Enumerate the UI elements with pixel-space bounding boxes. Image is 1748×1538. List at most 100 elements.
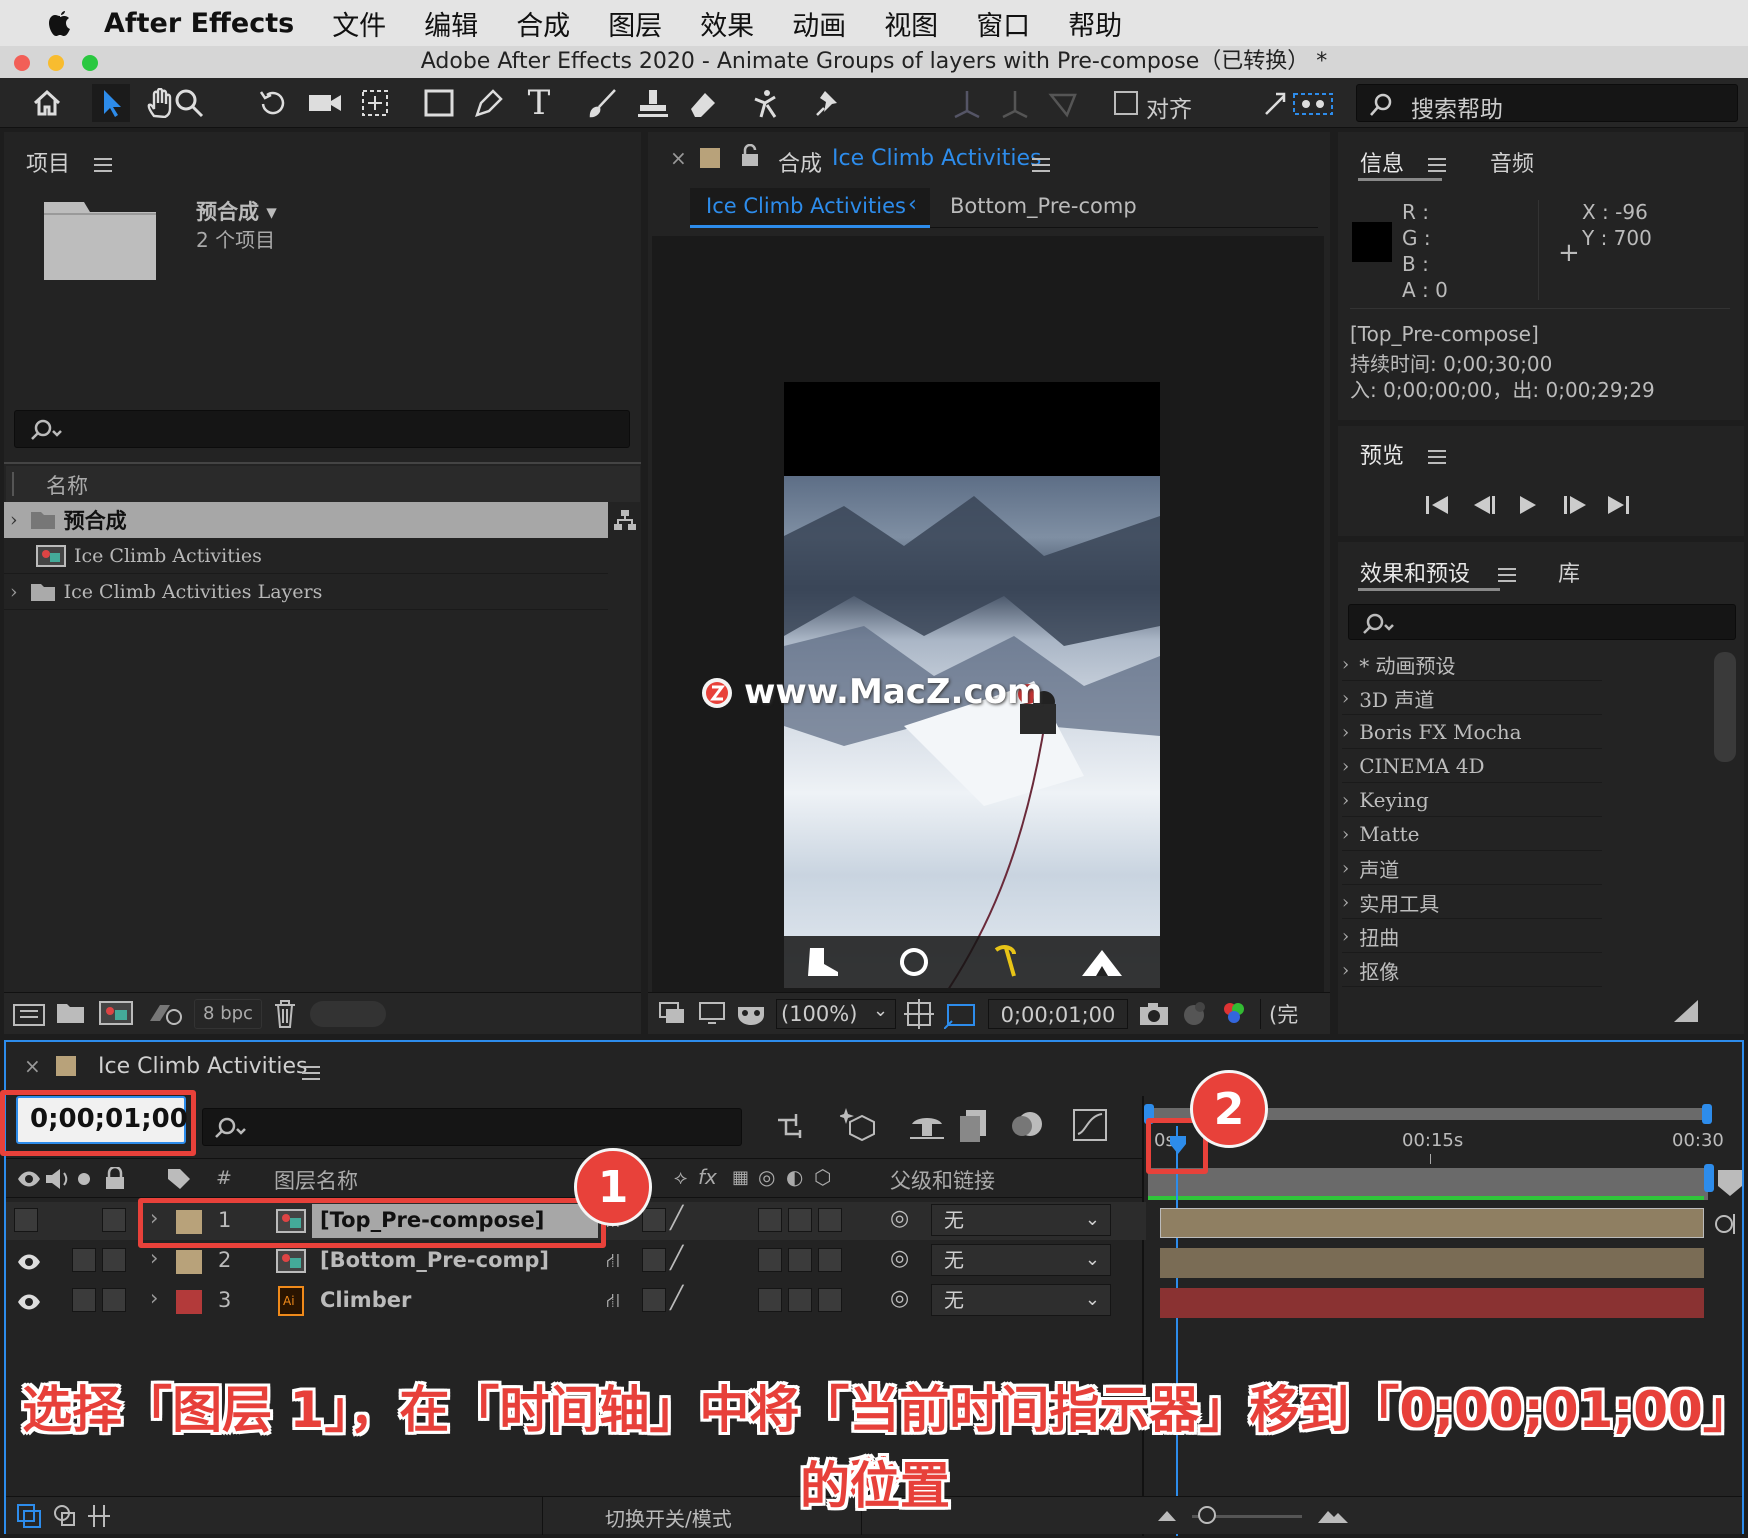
pen-tool-icon[interactable] [470,84,508,122]
frame-blending-icon[interactable] [958,1108,992,1142]
pickwhip-spiral-icon[interactable]: ◎ [890,1206,909,1231]
effects-scrollbar[interactable] [1714,652,1736,762]
frame-blend-switch[interactable] [758,1248,782,1272]
close-tab-icon[interactable]: × [24,1054,41,1078]
bit-depth-button[interactable]: 8 bpc [194,999,262,1029]
lock-toggle[interactable] [102,1288,126,1312]
pickwhip-spiral-icon[interactable]: ◎ [890,1246,909,1271]
tab-audio[interactable]: 音频 [1490,146,1534,178]
number-column-header[interactable]: # [216,1167,232,1189]
lock-toggle[interactable] [102,1208,126,1232]
world-axis-mode-icon[interactable] [996,84,1034,122]
pan-behind-tool-icon[interactable] [356,84,394,122]
expand-chevron-icon[interactable]: › [10,509,18,531]
breadcrumb-next[interactable]: Bottom_Pre-comp [950,194,1137,218]
comp-tab-name[interactable]: Ice Climb Activities [832,146,1041,171]
eraser-tool-icon[interactable] [684,84,722,122]
layer-label-color[interactable] [176,1250,202,1274]
rectangle-tool-icon[interactable] [420,84,458,122]
align-checkbox[interactable] [1114,91,1138,115]
motion-blur-header-icon[interactable]: ◎ [758,1165,775,1189]
collapse-transform-icon[interactable]: ⛙ [606,1288,620,1315]
lock-toggle[interactable] [102,1248,126,1272]
work-area-end-handle[interactable] [1702,1104,1712,1124]
minimize-window-button[interactable] [48,55,64,71]
expand-chevron-icon[interactable]: › [150,1246,158,1270]
layer-label-color[interactable] [176,1290,202,1314]
3d-layer-header-icon[interactable]: ⬡ [814,1165,831,1189]
layer-name-text[interactable]: Climber [320,1288,411,1312]
search-help-input[interactable]: 搜索帮助 [1356,84,1738,123]
effects-item[interactable]: › Boris FX Mocha [1342,716,1602,749]
panel-menu-icon[interactable] [302,1065,320,1080]
layer-row-3[interactable]: › 3 Ai Climber ⛙ ╱ ◎ 无 ⌄ [6,1282,1146,1320]
layer-name-column-header[interactable]: 图层名称 [274,1165,358,1195]
menu-help[interactable]: 帮助 [1068,4,1122,43]
monitor-icon[interactable] [698,1001,726,1027]
current-time-display[interactable]: 0;00;01;00 [988,999,1128,1029]
project-item-layers-folder[interactable]: › Ice Climb Activities Layers [4,574,608,610]
effects-item[interactable]: › 抠像 [1342,954,1602,987]
quality-switch[interactable] [642,1288,666,1312]
effects-item[interactable]: › * 动画预设 [1342,648,1602,681]
menu-file[interactable]: 文件 [332,4,386,43]
frame-blend-switch[interactable] [758,1288,782,1312]
type-tool-icon[interactable]: T [520,83,558,123]
eye-icon[interactable] [16,1292,42,1312]
solo-icon[interactable] [78,1173,90,1185]
new-folder-icon[interactable] [56,1001,86,1025]
quality-slash-icon[interactable]: ╱ [670,1246,683,1271]
panel-menu-icon[interactable] [1428,157,1446,172]
panel-menu-icon[interactable] [1032,157,1050,172]
panel-menu-icon[interactable] [1428,449,1446,464]
view-axis-mode-icon[interactable] [1044,84,1082,122]
draft-3d-icon[interactable] [840,1106,880,1144]
3d-switch[interactable] [818,1208,842,1232]
resolution-dropdown[interactable]: (完 [1260,999,1298,1029]
interpret-footage-icon[interactable] [12,1001,46,1027]
audio-speaker-icon[interactable] [44,1167,70,1191]
eye-icon[interactable] [16,1252,42,1272]
composition-mini-flowchart-icon[interactable] [776,1112,812,1142]
layer-bar-1[interactable] [1160,1208,1704,1238]
timeline-tab-name[interactable]: Ice Climb Activities [98,1054,307,1079]
effects-item[interactable]: › Matte [1342,818,1602,851]
close-tab-icon[interactable]: × [670,146,687,170]
tab-info[interactable]: 信息 [1360,146,1404,178]
lock-icon[interactable] [740,144,760,168]
solo-toggle[interactable] [72,1248,96,1272]
effects-item[interactable]: › 扭曲 [1342,920,1602,953]
tab-library[interactable]: 库 [1558,556,1580,588]
always-preview-icon[interactable] [658,1001,686,1027]
menu-edit[interactable]: 编辑 [424,4,478,43]
motion-blur-switch[interactable] [788,1288,812,1312]
menu-effect[interactable]: 效果 [700,4,754,43]
thumbnail-slider[interactable] [310,1001,386,1027]
project-item-precomp-folder[interactable]: › 预合成 [4,502,608,538]
lock-icon[interactable] [104,1167,126,1191]
brush-tool-icon[interactable] [584,84,622,122]
new-preset-icon[interactable] [1672,998,1700,1024]
fx-switch-header-icon[interactable]: fx [698,1165,717,1189]
pickwhip-spiral-icon[interactable]: ◎ [890,1286,909,1311]
new-composition-icon[interactable] [98,999,134,1027]
adjustment-layer-header-icon[interactable]: ◐ [786,1165,803,1189]
flowchart-icon[interactable] [612,508,638,532]
parent-link-column-header[interactable]: 父级和链接 [890,1165,995,1195]
workspace-icon[interactable] [1262,84,1338,122]
effects-item[interactable]: › 3D 声道 [1342,682,1602,715]
label-tag-icon[interactable] [166,1167,192,1191]
app-name-menu[interactable]: After Effects [104,8,294,39]
selected-item-name[interactable]: 预合成 ▾ [196,196,277,226]
magnification-dropdown[interactable]: (100%) ⌄ [776,999,896,1029]
color-channels-icon[interactable] [1218,999,1250,1029]
zoom-window-button[interactable] [82,55,98,71]
quality-switch[interactable] [642,1208,666,1232]
menu-composition[interactable]: 合成 [516,4,570,43]
parent-dropdown[interactable]: 无 ⌄ [931,1204,1111,1236]
panel-menu-icon[interactable] [94,157,112,172]
motion-blur-icon[interactable] [1010,1108,1046,1142]
layer-name-text[interactable]: [Bottom_Pre-comp] [320,1248,549,1272]
panel-menu-icon[interactable] [1498,567,1516,582]
frame-blend-header-icon[interactable]: ▦ [732,1167,749,1188]
